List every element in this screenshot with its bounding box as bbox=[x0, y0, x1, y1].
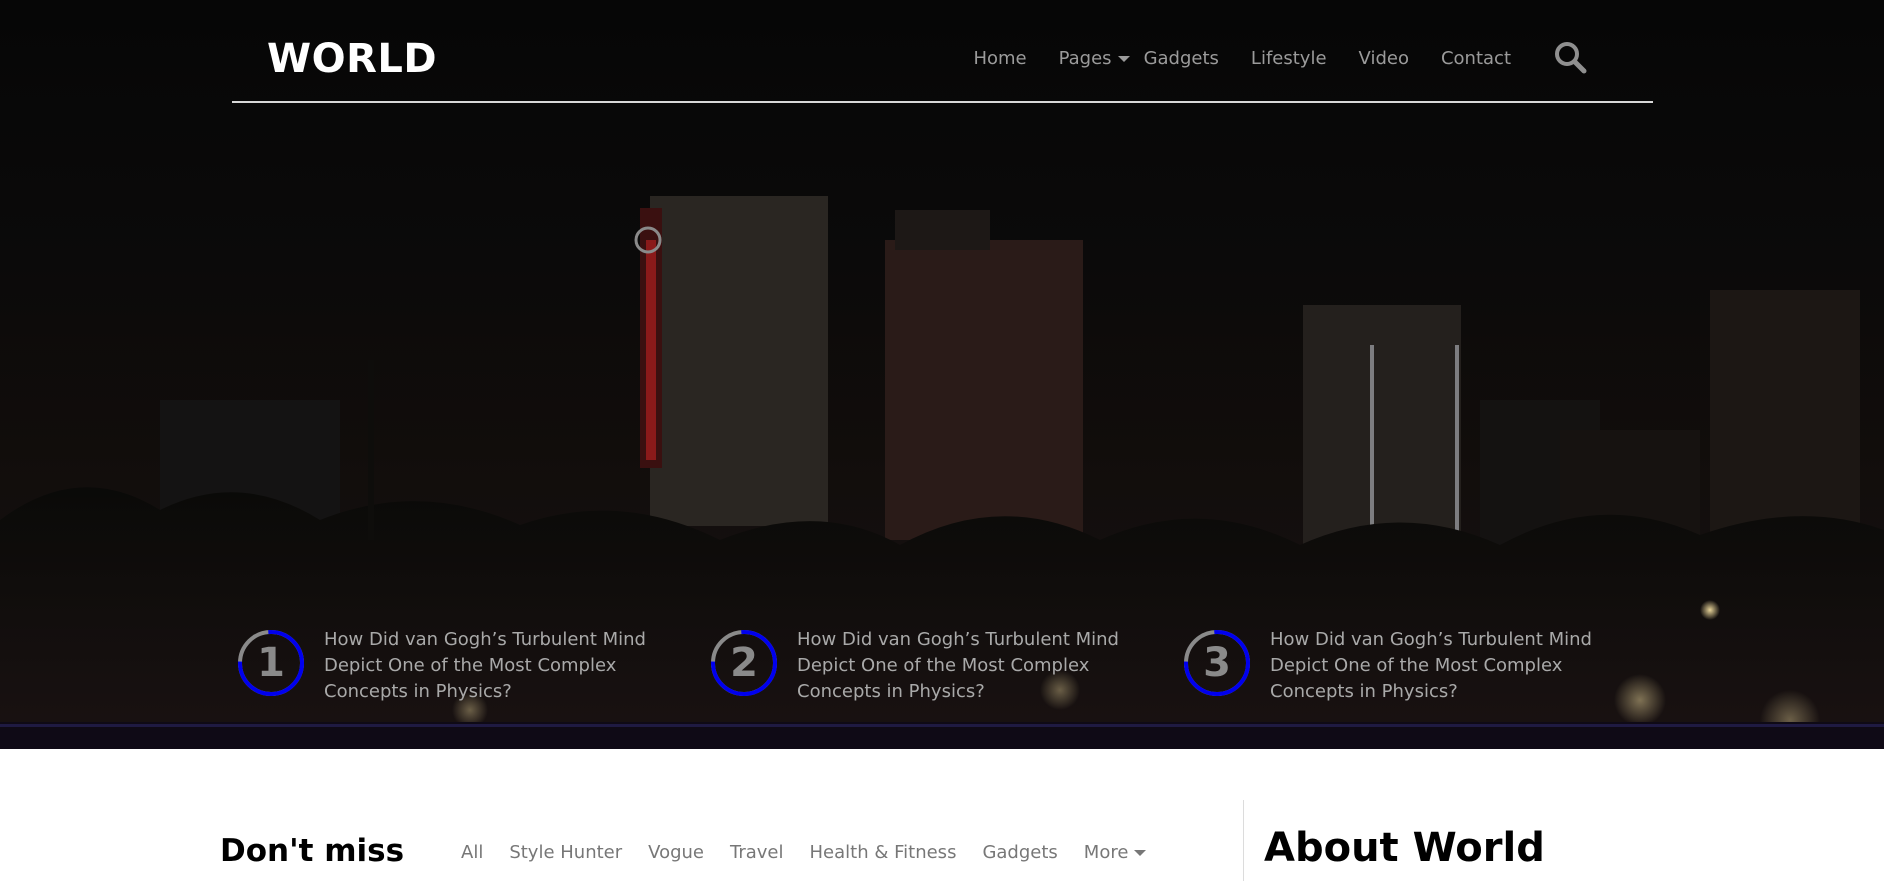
trending-title-link[interactable]: How Did van Gogh’s Turbulent Mind Depict… bbox=[324, 627, 704, 705]
trending-title-link[interactable]: How Did van Gogh’s Turbulent Mind Depict… bbox=[1270, 627, 1650, 705]
trending-item: 3 How Did van Gogh’s Turbulent Mind Depi… bbox=[1182, 625, 1652, 705]
nav-item-label: Lifestyle bbox=[1250, 48, 1327, 69]
trending-item: 1 How Did van Gogh’s Turbulent Mind Depi… bbox=[236, 625, 706, 705]
site-header: WORLD Home Pages Gadgets Lifestyle Video… bbox=[232, 0, 1653, 103]
nav-item-lifestyle[interactable]: Lifestyle bbox=[1251, 48, 1327, 69]
tab-vogue[interactable]: Vogue bbox=[648, 842, 704, 863]
search-button[interactable] bbox=[1553, 40, 1589, 76]
trending-number: 2 bbox=[730, 640, 758, 686]
search-icon bbox=[1555, 42, 1587, 74]
section-title-dont-miss: Don't miss bbox=[220, 833, 405, 869]
nav-item-gadgets[interactable]: Gadgets bbox=[1144, 48, 1219, 69]
nav-item-pages[interactable]: Pages bbox=[1059, 48, 1130, 69]
nav-item-label: Home bbox=[973, 48, 1027, 69]
nav-item-label: Pages bbox=[1058, 48, 1112, 69]
caret-down-icon bbox=[1117, 55, 1130, 62]
sidebar-divider bbox=[1243, 800, 1244, 881]
trending-number: 1 bbox=[257, 640, 285, 686]
sidebar-about-title: About World bbox=[1264, 825, 1545, 871]
nav-item-label: Gadgets bbox=[1143, 48, 1219, 69]
nav-item-label: Video bbox=[1358, 48, 1409, 69]
tab-health-fitness[interactable]: Health & Fitness bbox=[810, 842, 957, 863]
nav-item-contact[interactable]: Contact bbox=[1441, 48, 1511, 69]
trending-number: 3 bbox=[1203, 640, 1231, 686]
tab-more[interactable]: More bbox=[1084, 842, 1147, 863]
tab-more-label: More bbox=[1083, 842, 1129, 863]
tab-travel[interactable]: Travel bbox=[730, 842, 784, 863]
tab-style-hunter[interactable]: Style Hunter bbox=[509, 842, 622, 863]
tab-gadgets[interactable]: Gadgets bbox=[982, 842, 1057, 863]
main-nav: Home Pages Gadgets Lifestyle Video Conta… bbox=[941, 48, 1511, 69]
tab-all[interactable]: All bbox=[461, 842, 483, 863]
trending-title-link[interactable]: How Did van Gogh’s Turbulent Mind Depict… bbox=[797, 627, 1177, 705]
hero-section: WORLD Home Pages Gadgets Lifestyle Video… bbox=[0, 0, 1884, 749]
nav-item-label: Contact bbox=[1440, 48, 1511, 69]
trending-item: 2 How Did van Gogh’s Turbulent Mind Depi… bbox=[709, 625, 1179, 705]
site-logo[interactable]: WORLD bbox=[267, 36, 437, 82]
nav-item-video[interactable]: Video bbox=[1359, 48, 1409, 69]
nav-item-home[interactable]: Home bbox=[973, 48, 1026, 69]
category-tabs: All Style Hunter Vogue Travel Health & F… bbox=[461, 842, 1172, 863]
caret-down-icon bbox=[1134, 849, 1147, 856]
